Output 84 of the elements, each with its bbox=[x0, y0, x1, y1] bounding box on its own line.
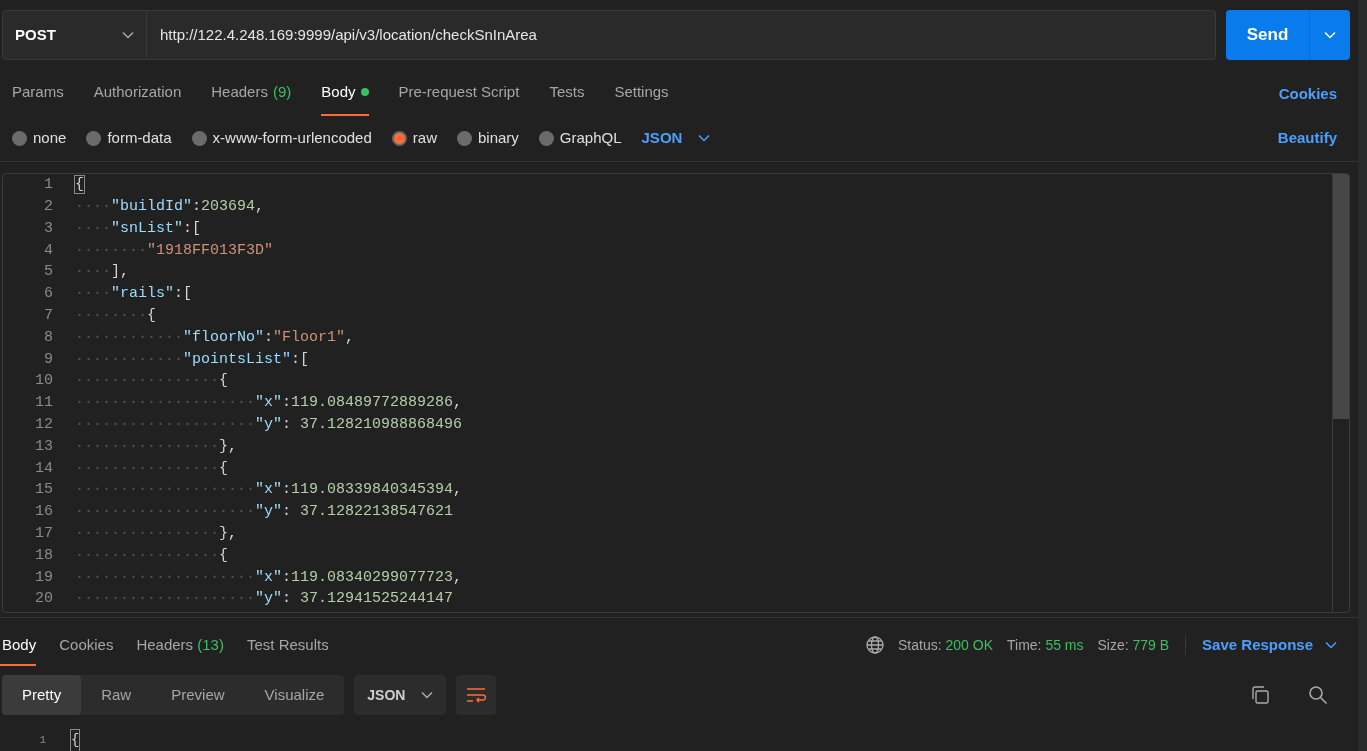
chevron-down-icon bbox=[122, 31, 134, 39]
view-mode-tab[interactable]: Preview bbox=[151, 675, 245, 716]
line-number: 9 bbox=[43, 349, 53, 370]
code-line: ········"1918FF013F3D" bbox=[75, 240, 274, 261]
body-type-radio[interactable]: raw bbox=[391, 126, 437, 150]
body-type-radio[interactable]: form-data bbox=[86, 126, 172, 150]
code-line: ············"pointsList":[ bbox=[75, 349, 310, 370]
code-line: { bbox=[71, 730, 80, 751]
code-line: ····················"x":119.08339840345394, bbox=[75, 480, 463, 501]
line-number: 1 bbox=[38, 733, 46, 749]
code-line: { bbox=[75, 175, 84, 196]
line-number: 18 bbox=[34, 545, 53, 566]
line-number: 5 bbox=[43, 262, 53, 283]
chevron-down-icon bbox=[1324, 31, 1336, 39]
request-tab[interactable]: Params bbox=[12, 81, 64, 116]
line-number: 4 bbox=[43, 240, 53, 261]
request-tab[interactable]: Tests bbox=[549, 81, 585, 116]
request-tab[interactable]: Pre-request Script bbox=[398, 81, 520, 116]
line-number: 3 bbox=[43, 218, 53, 239]
line-number: 8 bbox=[43, 327, 53, 348]
code-line: ················{ bbox=[75, 371, 229, 392]
code-line: ····················"y": 37.12822138547621 bbox=[75, 502, 454, 523]
line-number: 1 bbox=[43, 175, 53, 196]
body-type-radio[interactable]: binary bbox=[456, 126, 519, 150]
response-tab[interactable]: Body bbox=[0, 633, 37, 667]
view-mode-tab[interactable]: Raw bbox=[81, 675, 152, 716]
method-dropdown[interactable]: POST bbox=[2, 10, 147, 60]
code-line: ················}, bbox=[75, 523, 238, 544]
body-type-radio[interactable]: GraphQL bbox=[538, 126, 622, 150]
save-response-button[interactable]: Save Response bbox=[1202, 633, 1337, 657]
view-mode-tab[interactable]: Pretty bbox=[2, 675, 82, 716]
code-line: ····················"x":119.08489772889286, bbox=[75, 393, 463, 414]
response-format-dropdown[interactable]: JSON bbox=[354, 675, 447, 716]
line-number: 12 bbox=[34, 414, 53, 435]
response-tab[interactable]: Test Results bbox=[244, 633, 329, 667]
code-line: ····"snList":[ bbox=[75, 218, 202, 239]
url-field[interactable]: http://122.4.248.169:9999/api/v3/location/checkSnInArea bbox=[147, 10, 1216, 60]
globe-icon[interactable] bbox=[866, 636, 885, 654]
line-number: 2 bbox=[43, 197, 53, 217]
response-tab[interactable]: Cookies bbox=[57, 633, 114, 667]
code-line: ····················"y": 37.12941525244147 bbox=[75, 589, 454, 610]
request-tab[interactable]: Body bbox=[321, 81, 369, 116]
cookies-link[interactable]: Cookies bbox=[1278, 83, 1337, 116]
request-tab[interactable]: Settings bbox=[614, 81, 669, 116]
format-dropdown[interactable]: JSON bbox=[641, 126, 711, 150]
code-line: ················{ bbox=[75, 545, 229, 566]
request-tab[interactable]: Authorization bbox=[93, 81, 182, 116]
line-number: 7 bbox=[43, 305, 53, 326]
search-icon[interactable] bbox=[1308, 685, 1328, 706]
wrap-lines-button[interactable] bbox=[456, 675, 497, 716]
line-number: 11 bbox=[34, 393, 53, 414]
chevron-down-icon bbox=[1325, 641, 1337, 649]
line-number: 17 bbox=[34, 523, 53, 544]
body-type-radio[interactable]: x-www-form-urlencoded bbox=[191, 126, 372, 150]
code-line: ················}, bbox=[75, 436, 238, 457]
copy-icon[interactable] bbox=[1250, 685, 1270, 706]
code-line: ····················"x":119.08340299077723, bbox=[75, 567, 463, 588]
line-number: 6 bbox=[43, 284, 53, 305]
view-mode-tab[interactable]: Visualize bbox=[244, 675, 345, 716]
body-type-radio[interactable]: none bbox=[12, 126, 67, 150]
code-line: ····"buildId":203694, bbox=[75, 197, 265, 217]
wrap-lines-icon bbox=[466, 687, 487, 704]
code-line: ····"rails":[ bbox=[75, 284, 193, 305]
beautify-button[interactable]: Beautify bbox=[1277, 126, 1337, 150]
line-number: 19 bbox=[34, 567, 53, 588]
code-line: ····], bbox=[75, 262, 130, 283]
line-number: 15 bbox=[34, 480, 53, 501]
line-number: 14 bbox=[34, 458, 53, 479]
line-number: 16 bbox=[34, 502, 53, 523]
request-tab[interactable]: Headers (9) bbox=[211, 81, 292, 116]
response-stat: Status: 200 OK bbox=[898, 635, 993, 655]
response-stat: Size: 779 B bbox=[1097, 635, 1170, 655]
response-stat: Time: 55 ms bbox=[1007, 635, 1084, 655]
chevron-down-icon bbox=[421, 691, 434, 700]
code-line: ····················"y": 37.128210988868496 bbox=[75, 414, 463, 435]
line-number: 13 bbox=[34, 436, 53, 457]
code-line: ········{ bbox=[75, 305, 157, 326]
code-line: ················{ bbox=[75, 458, 229, 479]
response-tab[interactable]: Headers (13) bbox=[134, 633, 224, 667]
scrollbar[interactable] bbox=[1332, 173, 1349, 612]
chevron-down-icon bbox=[698, 134, 711, 143]
code-line: ············"floorNo":"Floor1", bbox=[75, 327, 355, 348]
line-number: 20 bbox=[34, 589, 53, 610]
line-number: 10 bbox=[34, 371, 53, 392]
